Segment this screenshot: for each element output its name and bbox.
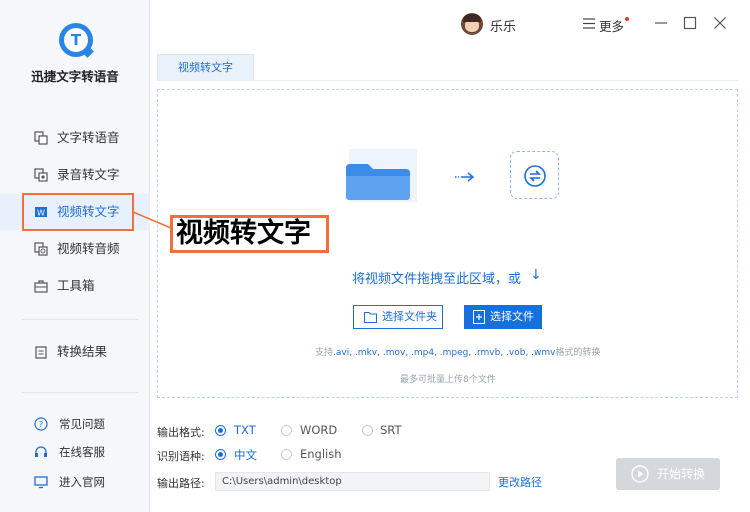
select-folder-button[interactable]: 选择文件夹 xyxy=(353,305,443,329)
monitor-icon xyxy=(34,476,48,489)
callout-text: 视频转文字 xyxy=(173,218,326,250)
sidebar-divider xyxy=(22,392,138,393)
toolbox-icon xyxy=(34,280,48,293)
output-path-field[interactable]: C:\Users\admin\desktop xyxy=(215,472,490,491)
app-logo-icon: T xyxy=(59,23,94,58)
option-chinese[interactable]: 中文 xyxy=(234,447,257,463)
logo-letter: T xyxy=(70,31,82,49)
help-icon: ? xyxy=(34,417,48,431)
radio-english[interactable] xyxy=(281,449,292,460)
username[interactable]: 乐乐 xyxy=(490,16,516,35)
svg-text:W: W xyxy=(37,209,45,218)
footer-link-support[interactable]: 在线客服 xyxy=(0,441,150,463)
headset-icon xyxy=(35,446,47,457)
support-formats: .avi, .mkv, .mov, .mp4, .mpeg, .rmvb, .v… xyxy=(333,348,556,358)
convert-icon xyxy=(510,151,559,199)
footer-link-label: 常见问题 xyxy=(59,417,105,431)
sidebar-item-video-to-audio[interactable]: 视频转音频 xyxy=(0,231,150,267)
footer-link-faq[interactable]: ? 常见问题 xyxy=(0,413,150,435)
app-name: 迅捷文字转语音 xyxy=(31,69,119,84)
output-format-label: 输出格式: xyxy=(157,426,205,439)
sidebar-item-label: 工具箱 xyxy=(57,278,95,293)
select-file-label: 选择文件 xyxy=(490,310,534,323)
recording-icon xyxy=(34,168,48,182)
start-convert-button[interactable]: 开始转换 xyxy=(616,458,720,490)
sidebar-item-label: 转换结果 xyxy=(57,344,108,359)
arrow-right-icon xyxy=(455,172,475,182)
sidebar-item-label: 视频转音频 xyxy=(57,241,120,256)
sidebar-item-toolbox[interactable]: 工具箱 xyxy=(0,268,150,304)
select-file-button[interactable]: 选择文件 xyxy=(464,305,542,329)
option-english[interactable]: English xyxy=(300,447,342,461)
footer-link-label: 进入官网 xyxy=(59,475,105,489)
language-label: 识别语种: xyxy=(157,450,205,463)
tab-divider xyxy=(157,80,738,81)
sidebar-item-video-to-text[interactable]: W 视频转文字 xyxy=(0,194,150,230)
folder-outline-icon xyxy=(364,312,377,323)
option-txt[interactable]: TXT xyxy=(234,423,256,437)
output-path-label: 输出路径: xyxy=(157,477,205,490)
change-path-link[interactable]: 更改路径 xyxy=(498,474,542,490)
support-prefix: 支持 xyxy=(315,348,334,358)
sidebar-item-label: 文字转语音 xyxy=(57,130,120,145)
radio-srt[interactable] xyxy=(362,425,373,436)
avatar[interactable] xyxy=(461,13,483,35)
text-to-speech-icon xyxy=(34,131,48,145)
sidebar-item-recording-to-text[interactable]: 录音转文字 xyxy=(0,157,150,193)
svg-text:?: ? xyxy=(39,420,43,429)
sidebar-item-label: 录音转文字 xyxy=(57,167,120,182)
sidebar-item-label: 视频转文字 xyxy=(57,204,120,219)
drop-prompt: 将视频文件拖拽至此区域，或 xyxy=(352,272,522,287)
arrow-down-icon: ↓ xyxy=(530,267,542,283)
play-icon xyxy=(631,465,649,483)
sidebar-divider xyxy=(22,319,138,320)
more-menu[interactable]: 更多 xyxy=(599,16,624,35)
radio-chinese[interactable] xyxy=(215,449,226,460)
support-suffix: 格式的转换 xyxy=(555,348,601,358)
footer-link-label: 在线客服 xyxy=(59,445,105,459)
sidebar-item-results[interactable]: 转换结果 xyxy=(0,334,150,370)
start-convert-label: 开始转换 xyxy=(657,467,706,481)
add-file-icon xyxy=(473,310,485,324)
max-files-note: 最多可批量上传8个文件 xyxy=(400,375,496,385)
select-folder-label: 选择文件夹 xyxy=(382,310,437,323)
folder-icon xyxy=(346,164,410,200)
option-word[interactable]: WORD xyxy=(300,423,337,437)
video-icon: W xyxy=(35,207,47,218)
maximize-icon[interactable] xyxy=(683,16,697,30)
supported-formats-note: 支持.avi, .mkv, .mov, .mp4, .mpeg, .rmvb, … xyxy=(315,345,601,358)
footer-link-website[interactable]: 进入官网 xyxy=(0,471,150,493)
option-srt[interactable]: SRT xyxy=(380,423,401,437)
video-audio-icon xyxy=(34,242,48,256)
sidebar-item-text-to-speech[interactable]: 文字转语音 xyxy=(0,120,150,156)
tab-video-to-text[interactable]: 视频转文字 xyxy=(157,54,254,80)
sidebar: T 迅捷文字转语音 文字转语音 录音转文字 W 视频转文字 视频转音频 工具箱 … xyxy=(0,0,150,512)
radio-txt[interactable] xyxy=(215,425,226,436)
annotation-callout: 视频转文字 xyxy=(170,215,329,253)
minimize-icon[interactable] xyxy=(654,16,668,30)
clipboard-icon xyxy=(35,346,47,359)
menu-icon[interactable] xyxy=(583,18,595,29)
close-icon[interactable] xyxy=(713,16,727,30)
title-bar: 乐乐 更多 xyxy=(150,0,750,50)
radio-word[interactable] xyxy=(281,425,292,436)
notification-dot xyxy=(625,17,629,21)
